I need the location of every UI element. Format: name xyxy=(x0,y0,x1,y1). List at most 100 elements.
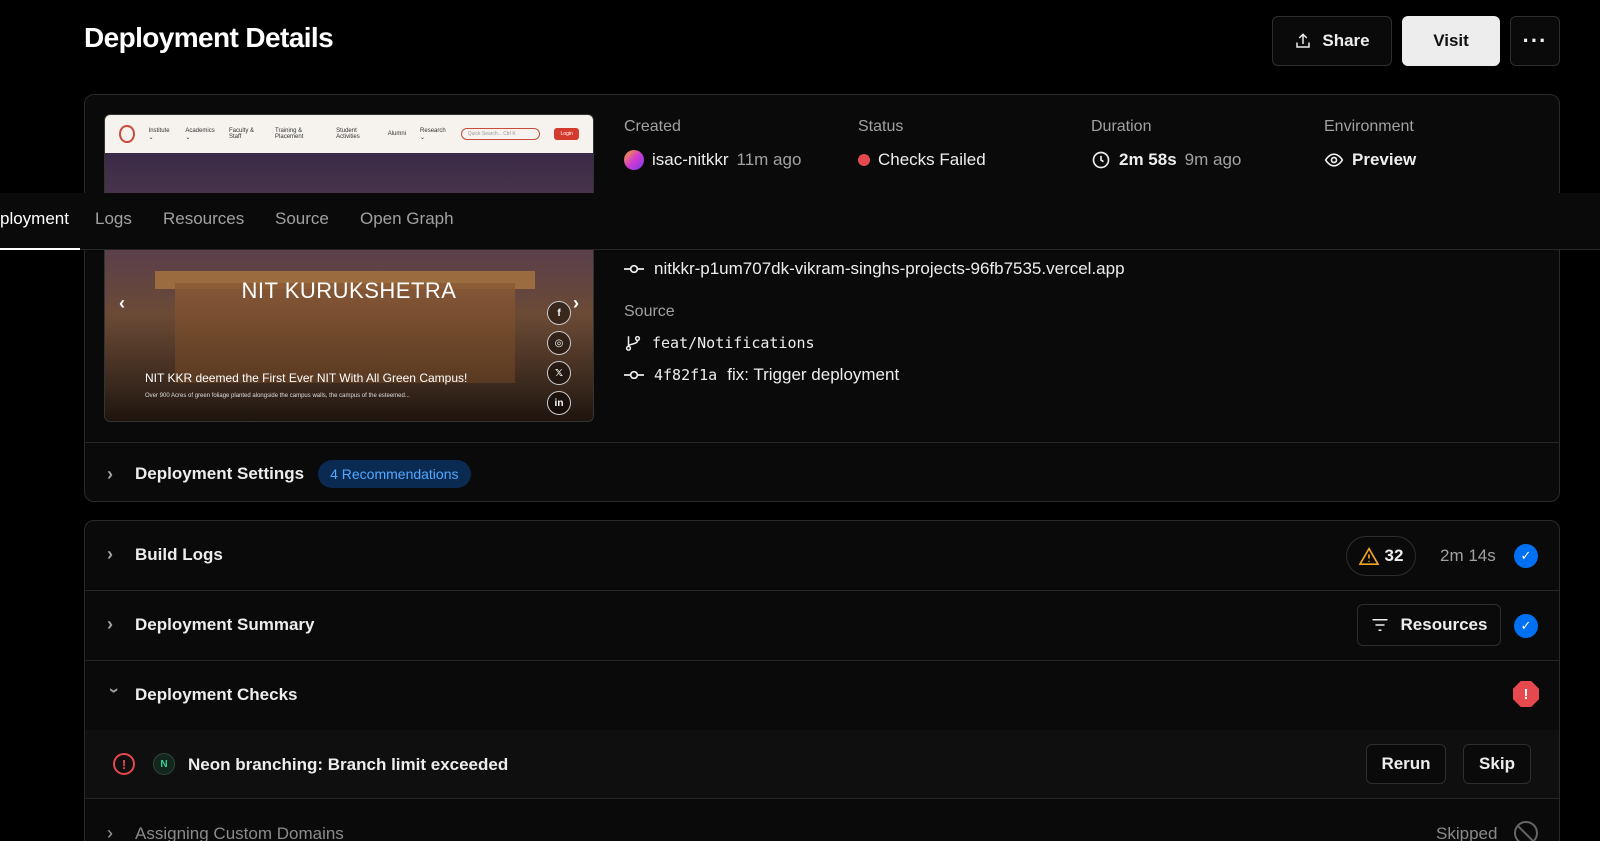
share-icon xyxy=(1296,33,1311,48)
created-user[interactable]: isac-nitkkr xyxy=(652,150,729,170)
deployment-settings-title: Deployment Settings xyxy=(135,464,305,483)
share-button[interactable]: Share xyxy=(1272,16,1392,66)
preview-nav-item: Institute ⌄ xyxy=(148,127,170,141)
deployment-summary-row[interactable]: › Deployment Summary xyxy=(107,614,315,635)
chevron-right-icon: › xyxy=(107,463,113,484)
status-text: Checks Failed xyxy=(878,150,986,169)
filter-icon xyxy=(1372,619,1388,631)
check-icon: ✓ xyxy=(1514,544,1538,568)
commit-hash[interactable]: 4f82f1a xyxy=(654,366,717,384)
more-options-button[interactable]: ··· xyxy=(1510,16,1560,66)
preview-nav-item: Research ⌄ xyxy=(420,127,446,141)
duration-time: 9m ago xyxy=(1184,150,1242,169)
deployment-settings-row[interactable]: › Deployment Settings 4 Recommendations xyxy=(107,460,471,488)
divider xyxy=(84,660,1560,661)
chevron-right-icon: › xyxy=(573,293,579,313)
clock-icon xyxy=(1092,151,1110,169)
recommendations-badge[interactable]: 4 Recommendations xyxy=(318,460,471,488)
status-dot-icon xyxy=(858,154,870,166)
git-branch-icon xyxy=(625,335,641,351)
preview-nav-item: Student Activities xyxy=(336,128,360,140)
commit-icon xyxy=(624,264,644,274)
assigning-domains-title: Assigning Custom Domains xyxy=(135,823,344,841)
warnings-count-button[interactable]: 32 xyxy=(1346,536,1416,576)
status-value: Checks Failed xyxy=(858,150,986,170)
avatar xyxy=(624,150,644,170)
error-circle-icon: ! xyxy=(113,753,135,775)
chevron-down-icon: › xyxy=(104,687,125,694)
build-logs-row[interactable]: › Build Logs xyxy=(107,544,223,565)
commit-message: fix: Trigger deployment xyxy=(727,365,900,384)
chevron-right-icon: › xyxy=(107,823,113,841)
tab-open-graph[interactable]: Open Graph xyxy=(360,209,454,229)
resources-button[interactable]: Resources xyxy=(1357,604,1501,646)
divider xyxy=(84,442,1560,443)
domain-text[interactable]: nitkkr-p1um707dk-vikram-singhs-projects-… xyxy=(654,259,1125,279)
deployment-preview-image[interactable]: Institute ⌄ Academics ⌄ Faculty & Staff … xyxy=(104,114,594,422)
preview-nav-item: Training & Placement xyxy=(275,128,304,140)
share-label: Share xyxy=(1322,31,1370,50)
rerun-button[interactable]: Rerun xyxy=(1366,744,1446,784)
preview-nav-item: Alumni xyxy=(387,131,407,137)
visit-button[interactable]: Visit xyxy=(1402,16,1500,66)
created-value: isac-nitkkr 11m ago xyxy=(624,150,801,170)
duration-value: 2m 58s 9m ago xyxy=(1091,150,1241,170)
chevron-right-icon: › xyxy=(107,544,113,564)
page-title: Deployment Details xyxy=(84,22,334,53)
created-time: 11m ago xyxy=(736,150,802,169)
commit-icon xyxy=(624,370,644,380)
preview-nav-item: Academics ⌄ xyxy=(185,127,215,141)
preview-site-nav: Institute ⌄ Academics ⌄ Faculty & Staff … xyxy=(105,115,593,153)
check-item-title: Neon branching: Branch limit exceeded xyxy=(188,755,509,774)
resources-label: Resources xyxy=(1400,615,1488,634)
deployment-checks-title: Deployment Checks xyxy=(135,684,298,704)
environment-text: Preview xyxy=(1352,150,1417,169)
preview-nav-item: Faculty & Staff xyxy=(229,128,255,140)
instagram-icon: ◎ xyxy=(547,331,571,355)
tab-active-indicator xyxy=(0,248,80,250)
build-logs-title: Build Logs xyxy=(135,544,223,564)
tab-source[interactable]: Source xyxy=(275,209,329,229)
preview-caption: NIT KKR deemed the First Ever NIT With A… xyxy=(145,371,468,385)
visit-label: Visit xyxy=(1433,31,1469,50)
duration-label: Duration xyxy=(1091,118,1152,135)
skipped-status: Skipped xyxy=(1436,824,1498,841)
preview-login: Login xyxy=(554,128,579,140)
deployment-summary-title: Deployment Summary xyxy=(135,614,315,634)
tabs-bar: ployment Logs Resources Source Open Grap… xyxy=(0,193,1600,250)
facebook-icon: f xyxy=(547,301,571,325)
source-commit[interactable]: 4f82f1a fix: Trigger deployment xyxy=(624,365,899,385)
neon-icon: N xyxy=(153,753,175,775)
source-label: Source xyxy=(624,303,675,320)
check-icon: ✓ xyxy=(1514,614,1538,638)
deployment-checks-row[interactable]: › Deployment Checks xyxy=(104,684,298,705)
preview-subcaption: Over 900 Acres of green foliage planted … xyxy=(145,393,410,399)
rerun-label: Rerun xyxy=(1381,754,1431,773)
skip-button[interactable]: Skip xyxy=(1463,744,1531,784)
environment-value: Preview xyxy=(1324,150,1416,170)
created-label: Created xyxy=(624,118,681,135)
preview-search: Quick Search... Ctrl K xyxy=(460,128,541,140)
deployment-domain[interactable]: nitkkr-p1um707dk-vikram-singhs-projects-… xyxy=(624,259,1125,279)
tab-deployment[interactable]: ployment xyxy=(0,209,69,229)
duration-text: 2m 58s xyxy=(1119,150,1177,169)
build-duration: 2m 14s xyxy=(1440,546,1496,565)
divider xyxy=(84,798,1560,799)
more-icon: ··· xyxy=(1522,28,1548,53)
x-icon: 𝕏 xyxy=(547,361,571,385)
tab-resources[interactable]: Resources xyxy=(163,209,244,229)
branch-name[interactable]: feat/Notifications xyxy=(652,334,815,352)
skip-label: Skip xyxy=(1479,754,1515,773)
site-logo-icon xyxy=(119,125,135,143)
preview-hero-title: NIT KURUKSHETRA xyxy=(241,278,457,303)
source-branch[interactable]: feat/Notifications xyxy=(624,333,815,353)
chevron-right-icon: › xyxy=(107,614,113,634)
tab-logs[interactable]: Logs xyxy=(95,209,132,229)
linkedin-icon: in xyxy=(547,391,571,415)
chevron-left-icon: ‹ xyxy=(119,293,125,313)
divider xyxy=(84,590,1560,591)
skipped-icon xyxy=(1514,821,1538,841)
status-label: Status xyxy=(858,118,904,135)
warnings-count: 32 xyxy=(1384,546,1404,565)
assigning-domains-row[interactable]: › Assigning Custom Domains xyxy=(107,823,344,841)
